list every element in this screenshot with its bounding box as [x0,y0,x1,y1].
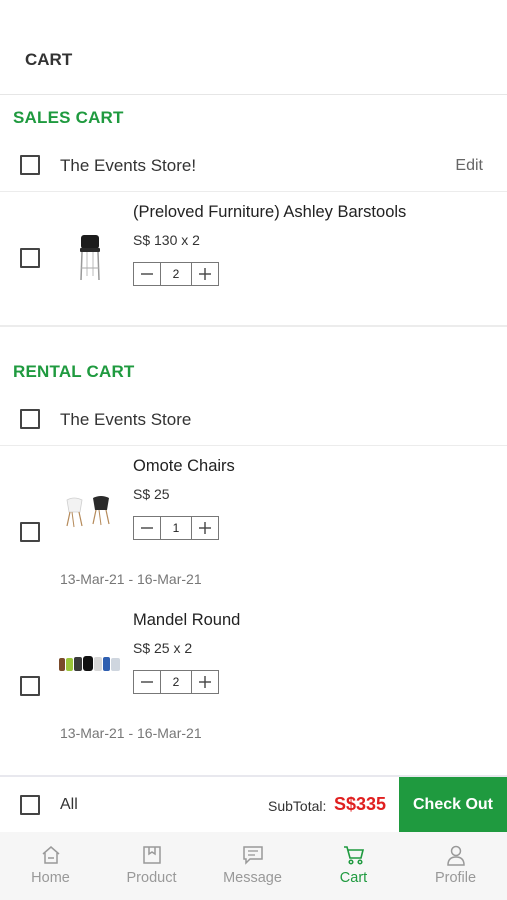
tab-product[interactable]: Product [101,832,202,900]
header: CART [0,0,507,95]
quantity-stepper: 1 [133,516,219,540]
chairs-image [66,496,110,528]
tab-cart[interactable]: Cart [303,832,404,900]
product-name[interactable]: Mandel Round [133,611,240,630]
tab-profile[interactable]: Profile [404,832,507,900]
rental-dates: 13-Mar-21 - 16-Mar-21 [60,571,202,587]
divider [0,191,507,192]
checkout-bar: All SubTotal: S$335 Check Out [0,775,507,832]
quantity-stepper: 2 [133,670,219,694]
product-price: S$ 25 [133,486,170,502]
minus-icon [141,273,153,275]
tab-label: Message [223,870,282,886]
plus-icon [199,676,211,688]
plus-icon [199,268,211,280]
product-price: S$ 25 x 2 [133,640,193,656]
increase-button[interactable] [192,517,218,539]
item-checkbox[interactable] [20,522,40,542]
decrease-button[interactable] [134,671,160,693]
rental-store-name: The Events Store [60,410,192,429]
rental-cart-title: RENTAL CART [13,362,135,381]
home-icon [42,846,59,864]
increase-button[interactable] [192,263,218,285]
quantity-value[interactable]: 2 [160,671,192,693]
bottom-tab-bar: Home Product Message Cart Profile [0,832,507,900]
cart-icon [343,846,364,865]
plus-icon [199,522,211,534]
message-icon [242,846,263,865]
quantity-value[interactable]: 1 [160,517,192,539]
quantity-value[interactable]: 2 [160,263,192,285]
decrease-button[interactable] [134,517,160,539]
product-name[interactable]: Omote Chairs [133,457,235,476]
tab-label: Home [31,870,70,886]
rental-store-checkbox[interactable] [20,409,40,429]
subtotal-value: S$335 [334,794,387,814]
product-price: S$ 130 x 2 [133,232,200,248]
section-divider [0,325,507,327]
select-all-checkbox[interactable] [20,795,40,815]
sales-cart-title: SALES CART [13,108,124,127]
increase-button[interactable] [192,671,218,693]
rental-dates: 13-Mar-21 - 16-Mar-21 [60,725,202,741]
edit-button[interactable]: Edit [455,157,483,175]
subtotal-label: SubTotal: [268,798,327,814]
product-name[interactable]: (Preloved Furniture) Ashley Barstools [133,203,406,222]
item-checkbox[interactable] [20,676,40,696]
profile-icon [446,845,465,866]
sales-store-checkbox[interactable] [20,155,40,175]
select-all-label: All [60,796,78,813]
cart-page: CART SALES CART The Events Store! Edit (… [0,0,507,900]
stools-image [59,656,120,671]
decrease-button[interactable] [134,263,160,285]
quantity-stepper: 2 [133,262,219,286]
item-checkbox[interactable] [20,248,40,268]
minus-icon [141,527,153,529]
product-icon [142,846,161,864]
tab-home[interactable]: Home [0,832,101,900]
barstool-image [80,235,100,281]
tab-label: Cart [339,870,368,886]
minus-icon [141,681,153,683]
page-title: CART [25,50,73,69]
checkout-button[interactable]: Check Out [399,777,507,832]
divider [0,445,507,446]
tab-label: Product [126,870,177,886]
sales-store-name: The Events Store! [60,156,197,175]
tab-label: Profile [434,870,477,886]
tab-message[interactable]: Message [202,832,303,900]
